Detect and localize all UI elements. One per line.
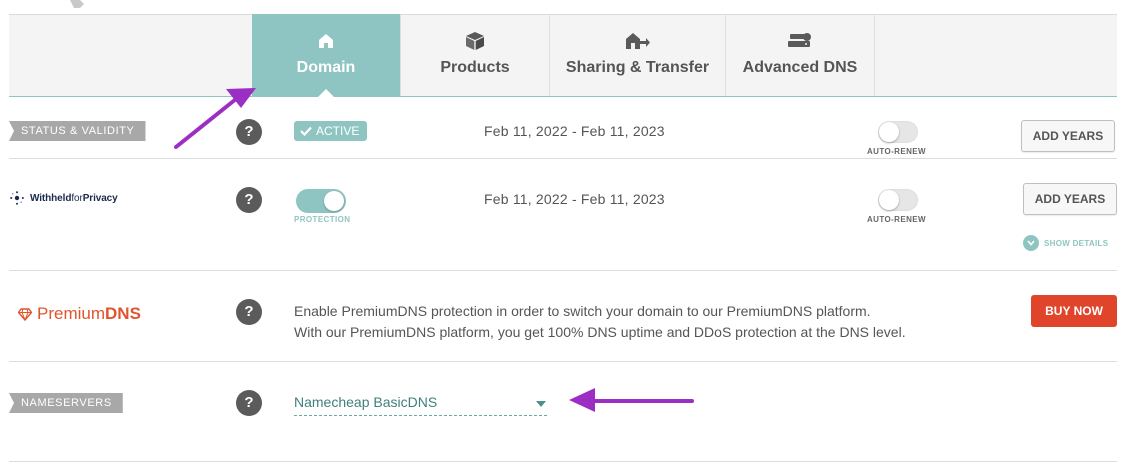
privacy-dates: Feb 11, 2022 - Feb 11, 2023: [484, 191, 665, 207]
tab-advanced-dns[interactable]: Advanced DNS: [726, 14, 875, 96]
house-icon: [319, 34, 333, 48]
status-add-years-button[interactable]: ADD YEARS: [1021, 120, 1115, 152]
show-details-link[interactable]: SHOW DETAILS: [1023, 235, 1108, 251]
show-details-text: SHOW DETAILS: [1044, 238, 1109, 248]
checkmark-icon: [300, 126, 312, 136]
tab-products[interactable]: Products: [401, 14, 550, 96]
privacy-help-icon[interactable]: ?: [236, 187, 262, 213]
privacy-autorenew-toggle[interactable]: [878, 189, 918, 211]
diamond-icon: [18, 307, 32, 321]
tag-icon-fragment: [70, 0, 84, 8]
row-divider: [9, 461, 1117, 462]
premium-description-line2: With our PremiumDNS platform, you get 10…: [294, 324, 906, 340]
buy-now-button[interactable]: BUY NOW: [1031, 295, 1117, 327]
nameservers-label: NAMESERVERS: [9, 393, 123, 413]
tab-domain-label: Domain: [296, 59, 356, 76]
status-badge: ACTIVE: [294, 121, 368, 141]
status-autorenew-label: AUTO-RENEW: [867, 147, 926, 156]
nameservers-help-icon[interactable]: ?: [236, 390, 262, 416]
premiumdns-logo-text: PremiumDNS: [37, 304, 141, 323]
nameservers-select[interactable]: Namecheap BasicDNS: [294, 393, 547, 416]
premium-description: Enable PremiumDNS protection in order to…: [294, 301, 906, 343]
withheldforprivacy-logo: WithheldforPrivacy: [10, 191, 118, 205]
privacy-add-years-button[interactable]: ADD YEARS: [1023, 183, 1117, 215]
tab-advanced-dns-label: Advanced DNS: [742, 59, 858, 76]
caret-down-icon: [536, 401, 546, 407]
annotation-arrow-nameservers: [569, 388, 694, 412]
tab-sharing-label: Sharing & Transfer: [565, 59, 710, 76]
dns-server-icon: [788, 33, 811, 47]
status-autorenew-toggle[interactable]: [878, 121, 918, 143]
privacy-logo-text: WithheldforPrivacy: [30, 192, 118, 204]
premiumdns-logo: PremiumDNS: [18, 304, 141, 324]
status-badge-text: ACTIVE: [316, 124, 360, 138]
row-divider: [9, 270, 1117, 271]
status-help-icon[interactable]: ?: [236, 119, 262, 145]
row-divider: [9, 361, 1117, 362]
privacy-logo-icon: [10, 191, 24, 205]
premium-description-line1: Enable PremiumDNS protection in order to…: [294, 303, 871, 319]
privacy-autorenew-label: AUTO-RENEW: [867, 215, 926, 224]
row-divider: [9, 158, 1117, 159]
status-dates: Feb 11, 2022 - Feb 11, 2023: [484, 123, 665, 139]
tab-products-label: Products: [440, 59, 510, 76]
transfer-house-icon: [625, 33, 650, 49]
toggle-knob: [879, 122, 899, 142]
box-icon: [466, 32, 484, 50]
toggle-knob: [879, 190, 899, 210]
nameservers-selected-value: Namecheap BasicDNS: [294, 394, 438, 410]
premium-help-icon[interactable]: ?: [236, 299, 262, 325]
toggle-knob: [324, 191, 344, 211]
privacy-protection-label: PROTECTION: [294, 215, 351, 224]
privacy-protection-toggle[interactable]: [296, 189, 346, 213]
chevron-down-icon: [1023, 235, 1039, 251]
tab-domain[interactable]: Domain: [252, 14, 401, 97]
status-validity-label: STATUS & VALIDITY: [9, 121, 146, 141]
tab-sharing-transfer[interactable]: Sharing & Transfer: [550, 14, 726, 96]
